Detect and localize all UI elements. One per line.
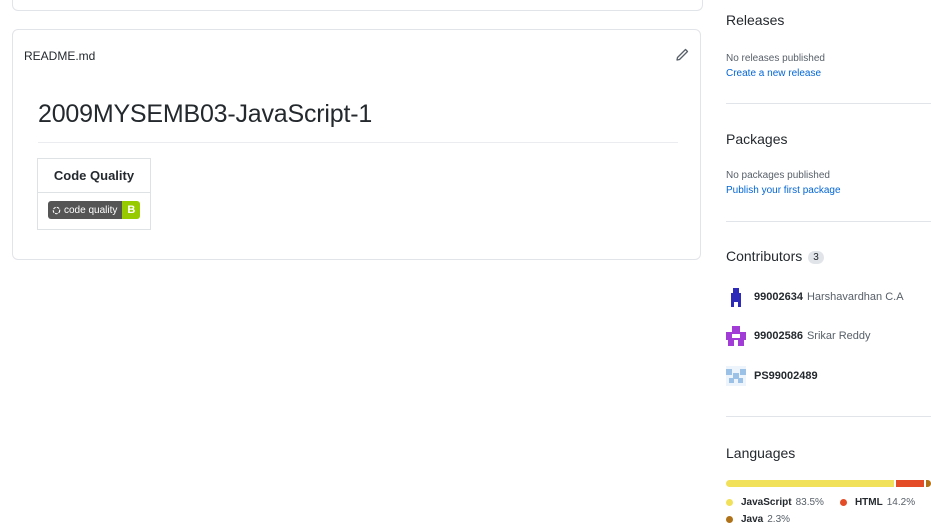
language-list-row: JavaScript 83.5% HTML 14.2%	[726, 497, 915, 508]
contributors-heading[interactable]: Contributors 3	[726, 248, 824, 264]
contributor-name: Harshavardhan C.A	[806, 291, 904, 303]
badge-label: code quality	[64, 204, 118, 216]
language-item-html[interactable]: HTML 14.2%	[839, 497, 916, 508]
contributor-item[interactable]: 99002586 Srikar Reddy	[726, 326, 871, 346]
language-bar-segment-javascript[interactable]	[726, 480, 894, 487]
readme-title: 2009MYSEMB03-JavaScript-1	[38, 100, 373, 128]
file-list-box-bottom	[12, 0, 703, 11]
title-divider	[38, 142, 678, 143]
language-percent: 14.2%	[886, 497, 916, 508]
divider	[726, 416, 931, 417]
language-percent: 2.3%	[767, 514, 791, 525]
releases-status: No releases published	[726, 53, 825, 64]
language-bar-segment-java[interactable]	[926, 480, 931, 487]
contributor-item[interactable]: PS99002489	[726, 366, 818, 386]
readme-filename: README.md	[24, 49, 96, 63]
create-release-link[interactable]: Create a new release	[726, 68, 821, 79]
pencil-icon[interactable]	[674, 47, 690, 63]
code-quality-table: Code Quality	[37, 158, 151, 230]
packages-status: No packages published	[726, 170, 830, 181]
languages-heading: Languages	[726, 445, 796, 461]
badge-grade: B	[122, 201, 141, 219]
avatar	[726, 366, 746, 386]
code-quality-header: Code Quality	[38, 159, 150, 193]
language-list-row: Java 2.3%	[726, 514, 790, 525]
divider	[726, 221, 931, 222]
contributors-label: Contributors	[726, 248, 803, 264]
language-dot	[726, 499, 733, 506]
contributor-name: Srikar Reddy	[806, 330, 871, 342]
language-name: HTML	[854, 497, 883, 508]
contributor-login: 99002586	[754, 330, 803, 342]
language-bar-segment-html[interactable]	[895, 480, 925, 487]
publish-package-link[interactable]: Publish your first package	[726, 185, 841, 196]
packages-heading[interactable]: Packages	[726, 131, 787, 147]
language-item-javascript[interactable]: JavaScript 83.5%	[726, 497, 824, 508]
language-percent: 83.5%	[795, 497, 824, 508]
contributor-login: PS99002489	[754, 370, 818, 382]
avatar	[726, 287, 746, 307]
language-name: JavaScript	[741, 497, 792, 508]
contributor-item[interactable]: 99002634 Harshavardhan C.A	[726, 287, 904, 307]
codacy-icon	[52, 206, 61, 214]
readme-box: README.md 2009MYSEMB03-JavaScript-1 Code…	[12, 29, 701, 260]
releases-heading[interactable]: Releases	[726, 12, 784, 28]
contributors-count: 3	[808, 250, 824, 264]
code-quality-badge[interactable]: code quality B	[48, 201, 141, 219]
language-dot	[839, 499, 847, 506]
language-bar	[726, 480, 931, 487]
language-item-java[interactable]: Java 2.3%	[726, 514, 790, 525]
divider	[726, 103, 931, 104]
language-name: Java	[741, 514, 764, 525]
avatar	[726, 326, 746, 346]
badge-left-part: code quality	[48, 201, 123, 219]
language-dot	[726, 516, 733, 523]
contributor-login: 99002634	[754, 291, 803, 303]
